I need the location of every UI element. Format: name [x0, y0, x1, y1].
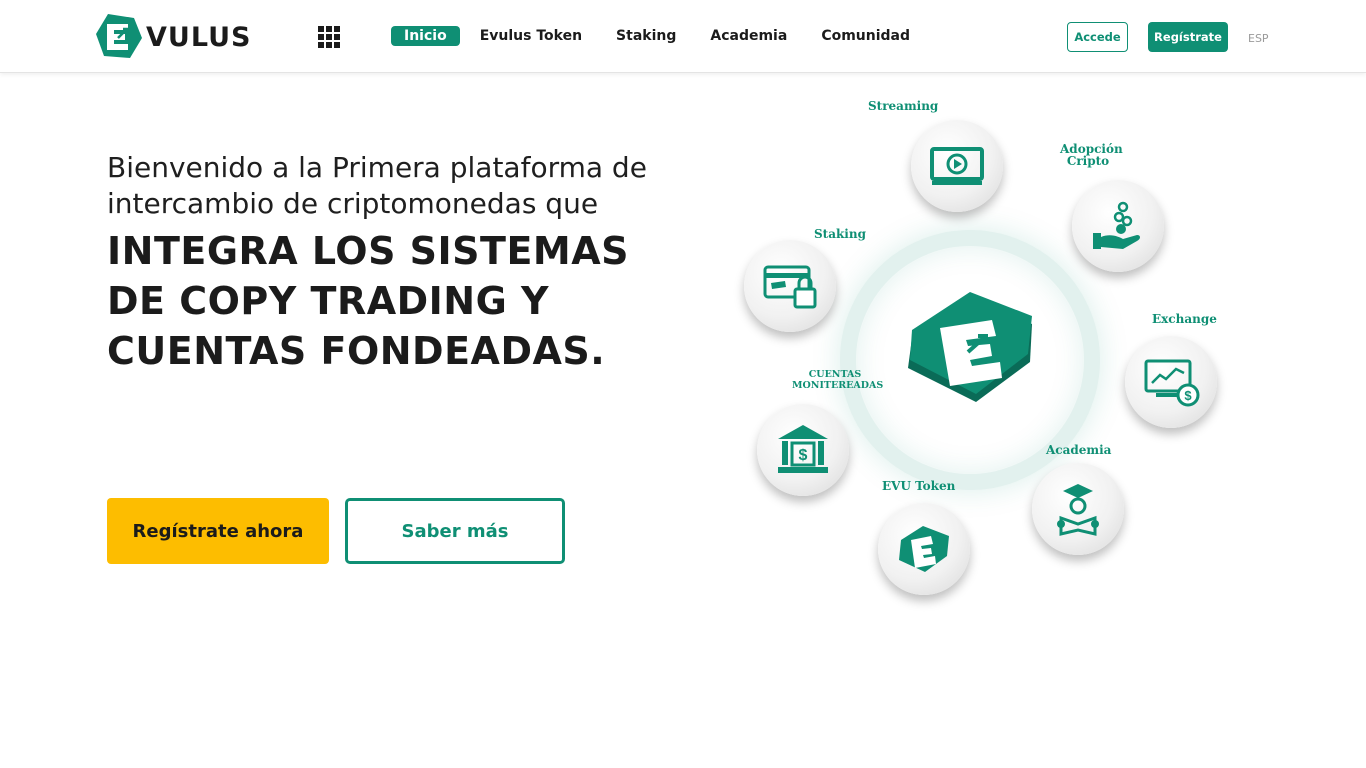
node-label-evu-token: EVU Token: [882, 479, 956, 493]
apps-grid-icon[interactable]: [318, 26, 340, 48]
hand-coins-icon: [1093, 201, 1140, 249]
node-evu-token[interactable]: [878, 503, 970, 595]
hero-title-line-2: DE COPY TRADING Y: [107, 279, 550, 323]
node-label-adopcion-cripto: Adopción Cripto: [1060, 142, 1123, 168]
register-now-button[interactable]: Regístrate ahora: [107, 498, 329, 564]
svg-text:$: $: [799, 447, 808, 464]
language-selector[interactable]: ESP: [1248, 32, 1269, 45]
nav-item-comunidad[interactable]: Comunidad: [821, 26, 910, 46]
nav-item-inicio[interactable]: Inicio: [391, 26, 460, 46]
nav-item-staking[interactable]: Staking: [616, 26, 676, 46]
logo-wordmark: VULUS: [146, 21, 252, 53]
node-streaming[interactable]: [911, 120, 1003, 212]
node-label-staking: Staking: [814, 227, 866, 241]
node-label-cuentas-monitereadas: CUENTAS MONITEREADAS: [792, 369, 884, 391]
node-exchange[interactable]: $: [1125, 336, 1217, 428]
top-header: VULUS Inicio Evulus Token Staking Academ…: [0, 0, 1366, 73]
node-cuentas-monitereadas[interactable]: $: [757, 404, 849, 496]
ecosystem-illustration: Streaming Adopción Cripto Exchange $ Aca…: [700, 90, 1260, 610]
learn-more-button[interactable]: Saber más: [345, 498, 565, 564]
node-adopcion-cripto[interactable]: [1072, 180, 1164, 272]
nav-item-academia[interactable]: Academia: [710, 26, 787, 46]
svg-text:$: $: [1184, 388, 1192, 403]
main-nav: Inicio Evulus Token Staking Academia Com…: [391, 25, 944, 47]
node-label-exchange: Exchange: [1152, 312, 1217, 326]
node-staking[interactable]: [744, 240, 836, 332]
accede-button[interactable]: Accede: [1067, 22, 1128, 52]
card-lock-icon: [763, 265, 817, 309]
evulus-logo[interactable]: VULUS: [94, 12, 259, 62]
hero-subtitle: Bienvenido a la Primera plataforma de in…: [107, 151, 647, 220]
evulus-logo-icon: [96, 14, 142, 58]
evulus-3d-logo-icon: [908, 292, 1032, 402]
hero-title-line-1: INTEGRA LOS SISTEMAS: [107, 229, 630, 273]
evu-token-icon: [899, 526, 949, 572]
node-academia[interactable]: [1032, 463, 1124, 555]
chart-monitor-icon: $: [1144, 359, 1200, 407]
graduate-reading-icon: [1057, 484, 1099, 536]
registrate-button[interactable]: Regístrate: [1148, 22, 1228, 52]
hero-title-line-3: CUENTAS FONDEADAS.: [107, 329, 606, 373]
hero-title: INTEGRA LOS SISTEMAS DE COPY TRADING Y C…: [107, 226, 707, 376]
play-video-icon: [930, 147, 984, 185]
nav-item-evulus-token[interactable]: Evulus Token: [480, 26, 582, 46]
node-label-academia: Academia: [1046, 443, 1112, 457]
node-label-streaming: Streaming: [868, 99, 939, 113]
bank-dollar-icon: $: [778, 425, 828, 473]
